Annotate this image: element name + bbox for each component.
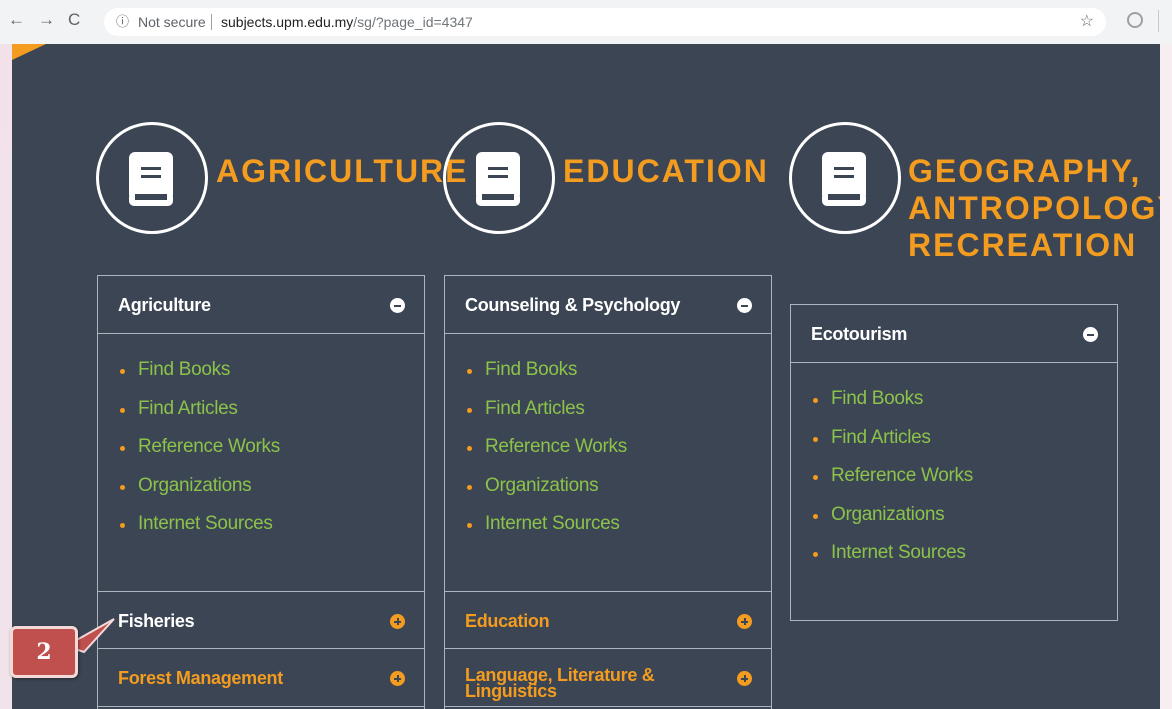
link-find-books[interactable]: Find Books	[467, 360, 627, 399]
accordion-title: Education	[465, 611, 550, 631]
bookmark-star-icon[interactable]: ☆	[1080, 8, 1094, 36]
link-find-books[interactable]: Find Books	[120, 360, 280, 399]
extension-icon[interactable]	[1127, 12, 1143, 28]
heading-title: AGRICULTURE	[216, 153, 469, 189]
info-icon[interactable]: ⓘ	[116, 8, 129, 36]
corner-accent	[12, 44, 46, 60]
link-reference-works[interactable]: Reference Works	[467, 437, 627, 476]
expand-icon[interactable]	[390, 614, 405, 629]
accordion-title: Language, Literature & Linguistics	[465, 665, 655, 701]
accordion-header-agriculture[interactable]: Agriculture	[98, 276, 424, 334]
accordion-geography-column: Ecotourism Find Books Find Articles Refe…	[790, 304, 1118, 621]
security-indicator: Not secure	[138, 14, 206, 30]
link-internet-sources[interactable]: Internet Sources	[467, 514, 627, 553]
link-organizations[interactable]: Organizations	[120, 475, 280, 515]
toolbar-divider	[1158, 10, 1159, 32]
link-reference-works[interactable]: Reference Works	[813, 466, 973, 505]
link-internet-sources[interactable]: Internet Sources	[120, 514, 280, 553]
link-reference-works[interactable]: Reference Works	[120, 437, 280, 476]
link-find-articles[interactable]: Find Articles	[813, 427, 973, 467]
link-find-books[interactable]: Find Books	[813, 389, 973, 428]
expand-icon[interactable]	[737, 671, 752, 686]
address-separator	[211, 14, 212, 30]
link-find-articles[interactable]: Find Articles	[120, 398, 280, 438]
link-organizations[interactable]: Organizations	[813, 504, 973, 544]
accordion-title: Agriculture	[118, 295, 211, 315]
accordion-header-language[interactable]: Language, Literature & Linguistics	[445, 649, 771, 707]
book-icon	[476, 152, 520, 206]
book-icon-circle	[443, 122, 555, 234]
browser-toolbar: ← → C ⓘ Not secure subjects.upm.edu.my/s…	[0, 0, 1172, 44]
link-list: Find Books Find Articles Reference Works…	[467, 360, 627, 553]
address-bar[interactable]: ⓘ Not secure subjects.upm.edu.my/sg/?pag…	[104, 8, 1106, 36]
collapse-icon[interactable]	[1083, 327, 1098, 342]
collapse-icon[interactable]	[390, 298, 405, 313]
page-content: AGRICULTURE EDUCATION GEOGRAPHY, ANTROPO…	[12, 44, 1160, 709]
accordion-title: Fisheries	[118, 611, 195, 631]
back-arrow-icon[interactable]: ←	[8, 10, 25, 30]
reload-icon[interactable]: C	[68, 10, 80, 30]
accordion-education-column: Counseling & Psychology Find Books Find …	[444, 275, 772, 709]
accordion-header-ecotourism[interactable]: Ecotourism	[791, 305, 1117, 363]
expand-icon[interactable]	[737, 614, 752, 629]
heading-title: EDUCATION	[563, 153, 769, 189]
collapse-icon[interactable]	[737, 298, 752, 313]
forward-arrow-icon[interactable]: →	[38, 10, 55, 30]
expand-icon[interactable]	[390, 671, 405, 686]
accordion-title: Forest Management	[118, 668, 283, 688]
url-text: subjects.upm.edu.my/sg/?page_id=4347	[221, 14, 473, 30]
book-icon-circle	[96, 122, 208, 234]
link-organizations[interactable]: Organizations	[467, 475, 627, 515]
heading-title-line-3: RECREATION	[908, 227, 1138, 263]
link-list: Find Books Find Articles Reference Works…	[813, 389, 973, 582]
book-icon	[822, 152, 866, 206]
accordion-header-counseling[interactable]: Counseling & Psychology	[445, 276, 771, 334]
book-icon	[129, 152, 173, 206]
link-list: Find Books Find Articles Reference Works…	[120, 360, 280, 553]
accordion-title: Counseling & Psychology	[465, 295, 681, 315]
accordion-header-education[interactable]: Education	[445, 591, 771, 649]
accordion-header-forest-management[interactable]: Forest Management	[98, 649, 424, 707]
heading-title-line-1: GEOGRAPHY,	[908, 153, 1142, 189]
book-icon-circle	[789, 122, 901, 234]
accordion-title: Ecotourism	[811, 324, 908, 344]
accordion-header-fisheries[interactable]: Fisheries	[98, 591, 424, 649]
step-callout-badge: 2	[10, 626, 78, 678]
link-internet-sources[interactable]: Internet Sources	[813, 543, 973, 582]
link-find-articles[interactable]: Find Articles	[467, 398, 627, 438]
heading-title-line-2: ANTROPOLOGY,	[908, 190, 1160, 226]
page-edge	[0, 44, 12, 709]
accordion-agriculture-column: Agriculture Find Books Find Articles Ref…	[97, 275, 425, 709]
